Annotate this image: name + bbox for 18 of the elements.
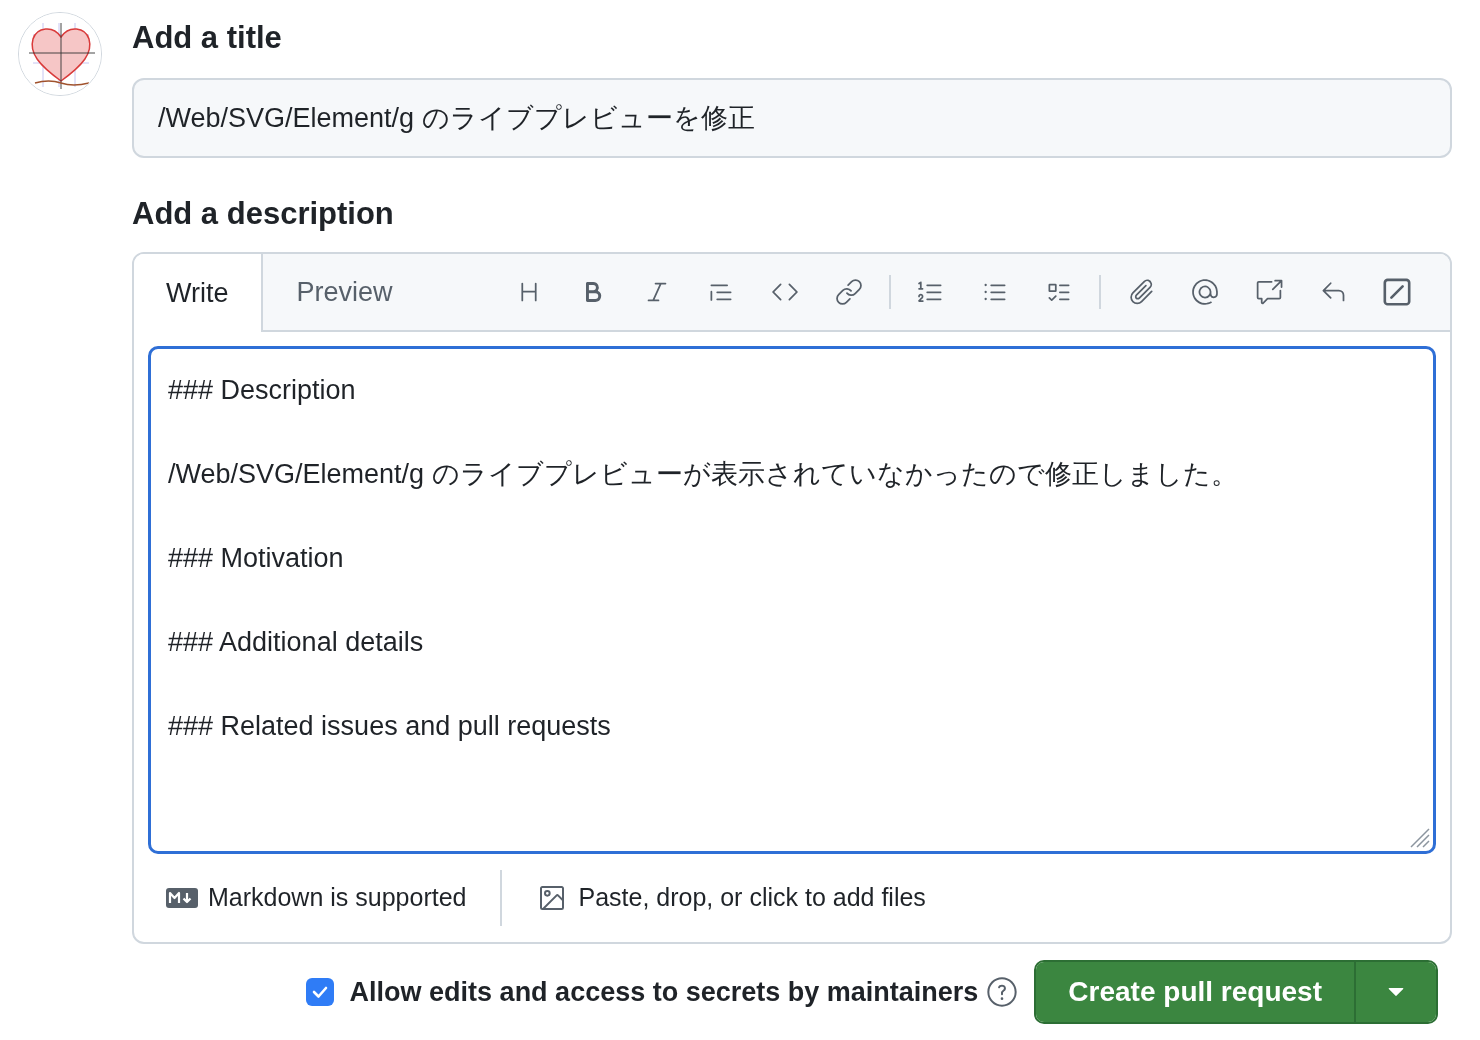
- editor-tab[interactable]: Preview: [262, 254, 427, 330]
- description-textarea[interactable]: ### Description /Web/SVG/Element/g のライブプレビューが表示されていなかったので修正しました。 ### Motivation ### Additional details ### Related issues and pull requests: [148, 346, 1436, 854]
- text-line: ### Related issues and pull requests: [168, 710, 612, 743]
- maintainer-checkbox[interactable]: [305, 978, 334, 1006]
- text-line: ### Description: [168, 374, 357, 407]
- text-line: /Web/SVG/Element/g のライブプレビューが表示されていなかったので修正しました。: [168, 458, 1239, 491]
- text-line: ### Motivation: [168, 542, 345, 575]
- title-heading: Add a title: [132, 19, 283, 57]
- help-icon[interactable]: [986, 976, 1019, 1008]
- markdown-icon: [166, 888, 198, 908]
- attach-files-note[interactable]: Paste, drop, or click to add files: [578, 879, 926, 917]
- maintainer-edits-label: Allow edits and access to secrets by maintainers: [349, 975, 979, 1009]
- text-line: ### Additional details: [168, 626, 425, 659]
- markdown-note[interactable]: Markdown is supported: [208, 879, 467, 917]
- title-field[interactable]: /Web/SVG/Element/g のライブプレビューを修正: [132, 78, 1452, 158]
- create-pull-request-button[interactable]: Create pull request: [1036, 962, 1354, 1022]
- editor-tab[interactable]: Write: [134, 254, 263, 332]
- description-heading: Add a description: [132, 195, 395, 233]
